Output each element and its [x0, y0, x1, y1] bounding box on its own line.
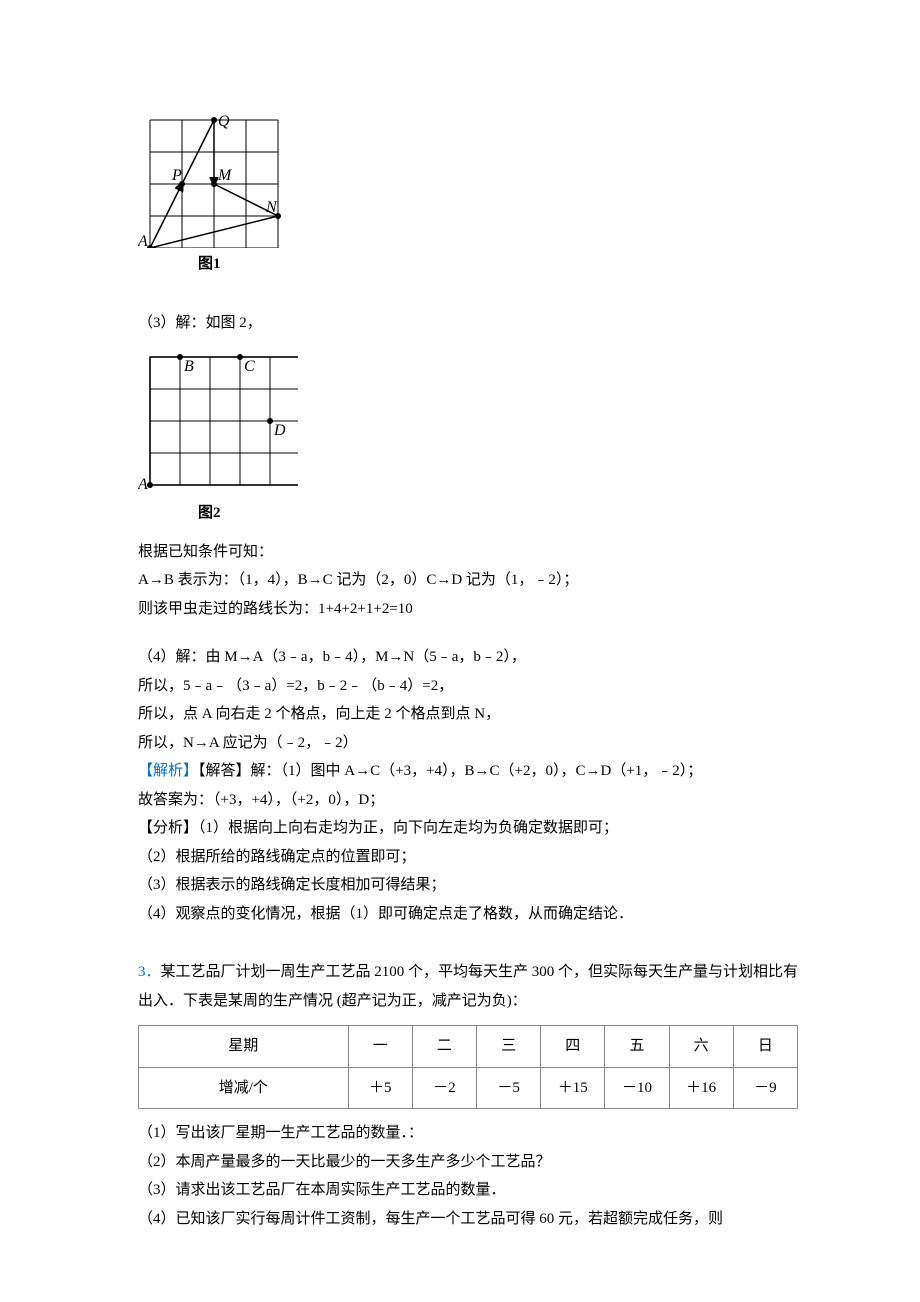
- figure-2-caption: 图2: [198, 499, 800, 528]
- table-cell: ＋16: [669, 1067, 733, 1109]
- table-cell: －10: [605, 1067, 669, 1109]
- problem-3-text: 3．某工艺品厂计划一周生产工艺品 2100 个，平均每天生产 300 个，但实际…: [138, 958, 800, 1015]
- fenxi-4: （4）观察点的变化情况，根据（1）即可确定点走了格数，从而确定结论．: [138, 900, 800, 929]
- table-cell: ＋5: [348, 1067, 412, 1109]
- problem-3-q3: （3）请求出该工艺品厂在本周实际生产工艺品的数量．: [138, 1176, 800, 1205]
- fig2-label-D: D: [273, 422, 286, 439]
- table-cell: ＋15: [541, 1067, 605, 1109]
- production-table-el: 星期 一 二 三 四 五 六 日 增减/个 ＋5 －2 －5 ＋15 －10 ＋…: [138, 1025, 798, 1109]
- analysis-line-1: 【解析】【解答】解：（1）图中 A→C（+3，+4），B→C（+2，0），C→D…: [138, 757, 800, 786]
- table-cell: 日: [733, 1026, 797, 1068]
- table-cell: 三: [477, 1026, 541, 1068]
- fig1-label-P: P: [171, 167, 182, 184]
- figure-2-svg: A B C D: [138, 345, 298, 497]
- section-4-line1: （4）解：由 M→A（3﹣a，b﹣4），M→N（5﹣a，b﹣2），: [138, 643, 800, 672]
- fig2-label-B: B: [184, 358, 194, 375]
- table-row: 增减/个 ＋5 －2 －5 ＋15 －10 ＋16 －9: [139, 1067, 798, 1109]
- fig1-label-Q: Q: [218, 113, 230, 130]
- known-conditions: 根据已知条件可知：: [138, 538, 800, 567]
- fenxi-1: （1）根据向上向右走均为正，向下向左走均为负确定数据即可；: [198, 820, 618, 836]
- figure-1-svg: A P M Q N: [138, 108, 298, 248]
- table-cell: 六: [669, 1026, 733, 1068]
- section-4-line3: 所以，点 A 向右走 2 个格点，向上走 2 个格点到点 N，: [138, 700, 800, 729]
- path-ab: A→B 表示为：（1，4），B→C 记为（2，0）C→D 记为（1，﹣2）；: [138, 566, 800, 595]
- table-cell: 四: [541, 1026, 605, 1068]
- problem-3-body: 某工艺品厂计划一周生产工艺品 2100 个，平均每天生产 300 个，但实际每天…: [138, 964, 798, 1009]
- fenxi-label: 【分析】: [138, 820, 198, 836]
- analysis-label: 【解析】: [138, 763, 198, 779]
- problem-3-q2: （2）本周产量最多的一天比最少的一天多生产多少个工艺品？: [138, 1148, 800, 1177]
- fig2-label-C: C: [244, 358, 255, 375]
- table-cell: 五: [605, 1026, 669, 1068]
- problem-3-num: 3．: [138, 964, 161, 980]
- fig1-label-N: N: [265, 199, 278, 216]
- section-4-line4: 所以，N→A 应记为（﹣2，﹣2）: [138, 729, 800, 758]
- table-row: 星期 一 二 三 四 五 六 日: [139, 1026, 798, 1068]
- section-3-intro: （3）解：如图 2，: [138, 309, 800, 338]
- fig1-label-A: A: [138, 233, 148, 248]
- analysis-so: 故答案为：（+3，+4），（+2，0），D；: [138, 786, 800, 815]
- fenxi-line-1: 【分析】（1）根据向上向右走均为正，向下向左走均为负确定数据即可；: [138, 814, 800, 843]
- table-header-delta: 增减/个: [139, 1067, 349, 1109]
- table-cell: 一: [348, 1026, 412, 1068]
- table-cell: －2: [412, 1067, 476, 1109]
- fig2-label-A: A: [138, 476, 148, 493]
- table-cell: －9: [733, 1067, 797, 1109]
- fenxi-2: （2）根据所给的路线确定点的位置即可；: [138, 843, 800, 872]
- table-cell: 二: [412, 1026, 476, 1068]
- analysis-answer: 【解答】解：（1）图中 A→C（+3，+4），B→C（+2，0），C→D（+1，…: [198, 763, 702, 779]
- figure-2: A B C D 图2: [138, 345, 800, 528]
- production-table: 星期 一 二 三 四 五 六 日 增减/个 ＋5 －2 －5 ＋15 －10 ＋…: [138, 1025, 800, 1109]
- fenxi-3: （3）根据表示的路线确定长度相加可得结果；: [138, 871, 800, 900]
- fig1-label-M: M: [217, 167, 233, 184]
- path-length: 则该甲虫走过的路线长为：1+4+2+1+2=10: [138, 595, 800, 624]
- problem-3-q1: （1）写出该厂星期一生产工艺品的数量．：: [138, 1119, 800, 1148]
- figure-1-caption: 图1: [198, 250, 800, 279]
- table-cell: －5: [477, 1067, 541, 1109]
- figure-1: A P M Q N 图1: [138, 108, 800, 279]
- page-root: A P M Q N 图1 （3）解：如图 2，: [0, 0, 920, 1293]
- table-header-weekday: 星期: [139, 1026, 349, 1068]
- section-4-line2: 所以，5﹣a﹣（3﹣a）=2，b﹣2﹣（b﹣4）=2，: [138, 672, 800, 701]
- problem-3-q4: （4）已知该厂实行每周计件工资制，每生产一个工艺品可得 60 元，若超额完成任务…: [138, 1205, 800, 1234]
